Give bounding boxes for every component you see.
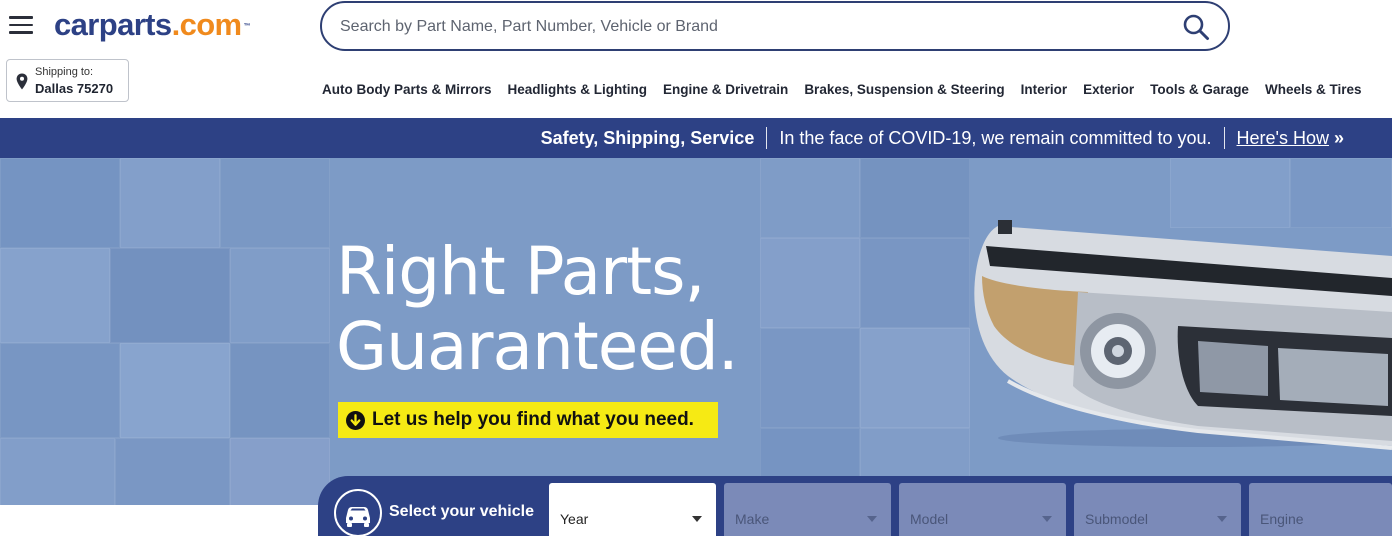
engine-dropdown-label: Engine xyxy=(1260,511,1304,527)
chevron-down-icon xyxy=(692,516,702,522)
select-vehicle-label: Select your vehicle xyxy=(389,503,534,520)
location-pin-icon xyxy=(16,73,28,90)
chevron-down-icon xyxy=(867,516,877,522)
logo-main: carparts xyxy=(54,7,172,42)
promo-link[interactable]: Here's How xyxy=(1237,128,1329,149)
hero-headline-line1: Right Parts, xyxy=(336,233,705,310)
model-dropdown-label: Model xyxy=(910,511,949,527)
promo-headline: Safety, Shipping, Service xyxy=(540,127,755,148)
promo-link-arrow: » xyxy=(1333,127,1344,148)
site-header: carparts.com™ Shipping to: Dallas 75270 … xyxy=(0,0,1392,118)
shipping-label: Shipping to: xyxy=(35,66,94,78)
help-find-button[interactable]: Let us help you find what you need. xyxy=(338,402,718,438)
chevron-down-icon xyxy=(1217,516,1227,522)
car-icon-badge xyxy=(334,489,382,536)
help-find-text: Let us help you find what you need. xyxy=(372,409,694,430)
menu-icon[interactable] xyxy=(9,16,33,36)
nav-item-interior[interactable]: Interior xyxy=(1013,80,1076,100)
search-icon[interactable] xyxy=(1182,13,1210,41)
chevron-down-icon xyxy=(1042,516,1052,522)
model-dropdown[interactable]: Model xyxy=(899,483,1066,536)
nav-item-headlights[interactable]: Headlights & Lighting xyxy=(500,80,656,100)
submodel-dropdown[interactable]: Submodel xyxy=(1074,483,1241,536)
nav-item-exterior[interactable]: Exterior xyxy=(1075,80,1142,100)
year-dropdown[interactable]: Year xyxy=(549,483,716,536)
hero-headline: Right Parts, Guaranteed. xyxy=(336,233,739,385)
logo-trademark: ™ xyxy=(243,23,251,30)
hero-headline-line2: Guaranteed. xyxy=(336,308,739,385)
make-dropdown-label: Make xyxy=(735,511,770,527)
arrow-down-circle-icon xyxy=(346,410,365,430)
promo-bar: Safety, Shipping, Service In the face of… xyxy=(0,118,1392,158)
headlight-image xyxy=(974,220,1392,450)
car-icon xyxy=(346,507,370,527)
promo-message: In the face of COVID-19, we remain commi… xyxy=(779,127,1212,148)
submodel-dropdown-label: Submodel xyxy=(1085,511,1149,527)
promo-divider xyxy=(766,127,768,149)
search-bar xyxy=(320,1,1230,51)
promo-divider xyxy=(1223,127,1225,149)
make-dropdown[interactable]: Make xyxy=(724,483,891,536)
shipping-location: Dallas 75270 xyxy=(35,81,114,96)
nav-item-wheels[interactable]: Wheels & Tires xyxy=(1257,80,1370,100)
year-dropdown-label: Year xyxy=(560,511,589,527)
nav-item-engine[interactable]: Engine & Drivetrain xyxy=(655,80,796,100)
nav-item-tools[interactable]: Tools & Garage xyxy=(1142,80,1257,100)
engine-dropdown[interactable]: Engine xyxy=(1249,483,1392,536)
search-input[interactable] xyxy=(340,15,1160,39)
nav-item-auto-body[interactable]: Auto Body Parts & Mirrors xyxy=(314,80,500,100)
logo-ext: .com xyxy=(171,7,243,42)
vehicle-selector: Select your vehicle Year Make Model Subm… xyxy=(318,476,1392,536)
logo[interactable]: carparts.com ™ xyxy=(54,7,251,42)
category-nav: Auto Body Parts & Mirrors Headlights & L… xyxy=(314,80,1370,100)
nav-item-brakes[interactable]: Brakes, Suspension & Steering xyxy=(796,80,1012,100)
page-background-strip xyxy=(0,505,330,536)
shipping-location-button[interactable]: Shipping to: Dallas 75270 xyxy=(6,59,129,102)
